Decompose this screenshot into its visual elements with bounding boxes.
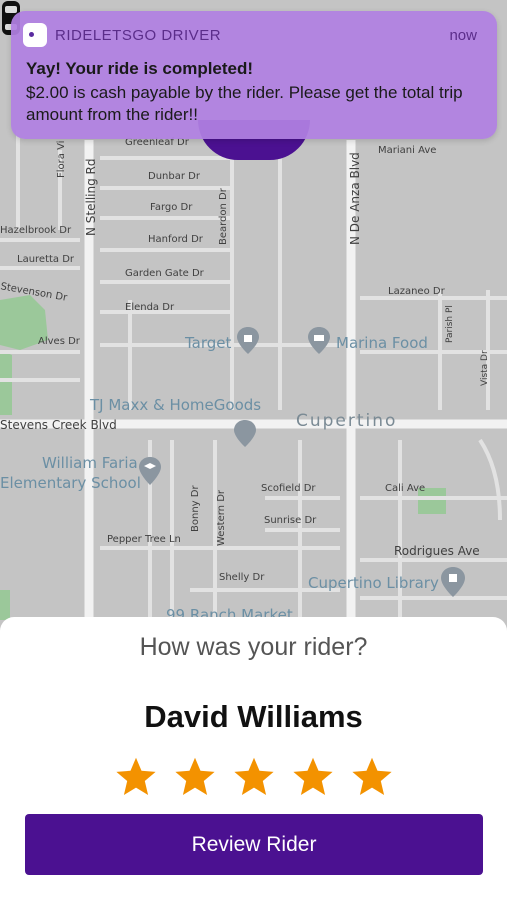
- notification-body: $2.00 is cash payable by the rider. Plea…: [26, 83, 463, 124]
- map-street-label: Mariani Ave: [378, 145, 437, 156]
- map-poi-label[interactable]: William Faria: [42, 454, 138, 472]
- map-poi-label[interactable]: Elementary School: [0, 474, 141, 492]
- star-icon[interactable]: [173, 755, 217, 799]
- map-street-label: Lazaneo Dr: [388, 286, 445, 297]
- star-icon[interactable]: [114, 755, 158, 799]
- map-street-label: Parish Pl: [445, 305, 455, 343]
- push-notification[interactable]: RIDELETSGO DRIVER now Yay! Your ride is …: [11, 11, 497, 139]
- rating-question: How was your rider?: [139, 633, 368, 661]
- map-pin-icon[interactable]: [233, 418, 257, 448]
- map-street-label: Fargo Dr: [150, 202, 193, 213]
- map-area-label: Cupertino: [296, 411, 398, 431]
- star-icon[interactable]: [350, 755, 394, 799]
- map-street-label: Hazelbrook Dr: [0, 225, 72, 236]
- map-poi-label[interactable]: Target: [185, 334, 231, 352]
- map-street-label: Flora Vi: [56, 140, 67, 178]
- map-street-label: Bonny Dr: [190, 485, 201, 532]
- map-pin-icon[interactable]: [307, 325, 331, 355]
- notification-app-name: RIDELETSGO DRIVER: [55, 27, 222, 44]
- star-rating[interactable]: [114, 755, 394, 799]
- review-rider-button[interactable]: Review Rider: [25, 814, 483, 875]
- map-street-label: Cali Ave: [385, 483, 426, 494]
- map-street-label: Shelly Dr: [219, 572, 265, 583]
- map-street-label: Rodrigues Ave: [394, 544, 480, 558]
- map-street-label: Dunbar Dr: [148, 171, 200, 182]
- map-street-label: Elenda Dr: [125, 302, 175, 313]
- map-street-label: Hanford Dr: [148, 234, 203, 245]
- map-street-label: Garden Gate Dr: [125, 268, 204, 279]
- rating-sheet: How was your rider? David Williams Revie…: [0, 617, 507, 900]
- map-street-label: Pepper Tree Ln: [107, 534, 181, 545]
- rider-name: David Williams: [144, 699, 363, 734]
- app-icon: [23, 23, 47, 47]
- star-icon[interactable]: [232, 755, 276, 799]
- notification-time: now: [449, 27, 477, 44]
- map-street-label: N De Anza Blvd: [348, 152, 362, 245]
- map-street-label: N Stelling Rd: [84, 158, 98, 237]
- map-poi-label[interactable]: Marina Food: [336, 334, 428, 352]
- map-street-label: Vista Dr: [480, 350, 490, 386]
- star-icon[interactable]: [291, 755, 335, 799]
- notification-title: Yay! Your ride is completed!: [26, 59, 254, 78]
- map-street-label: Alves Dr: [38, 336, 80, 347]
- map-street-label: Stevens Creek Blvd: [0, 418, 117, 432]
- map-street-label: Western Dr: [216, 489, 227, 546]
- map-poi-label[interactable]: TJ Maxx & HomeGoods: [90, 396, 261, 414]
- map-street-label: Beardon Dr: [218, 188, 229, 245]
- school-pin-icon[interactable]: [138, 455, 162, 487]
- map-pin-icon[interactable]: [440, 565, 466, 599]
- map-poi-label[interactable]: Cupertino Library: [308, 574, 439, 592]
- map-street-label: Scofield Dr: [261, 483, 316, 494]
- map-street-label: Sunrise Dr: [264, 515, 317, 526]
- map-pin-icon[interactable]: [236, 325, 260, 355]
- map-street-label: Lauretta Dr: [17, 254, 75, 265]
